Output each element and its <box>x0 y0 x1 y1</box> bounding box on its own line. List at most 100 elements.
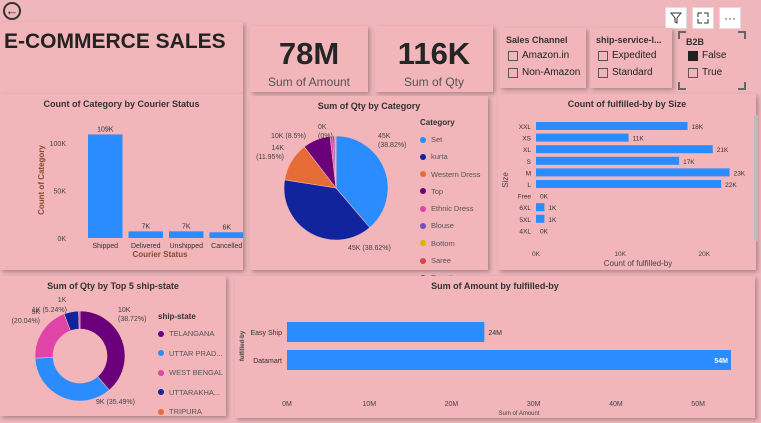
slicer-option-true[interactable]: True <box>688 67 722 78</box>
slicer-b2b-title: B2B <box>686 37 705 47</box>
pie-slice <box>34 313 71 359</box>
scrollbar[interactable] <box>754 115 758 241</box>
x-tick-label: 20K <box>699 251 711 258</box>
legend-swatch <box>420 136 426 143</box>
x-tick-label: Shipped <box>92 243 118 250</box>
legend-item[interactable]: Saree <box>420 256 480 265</box>
y-tick-label: XS <box>522 136 531 143</box>
legend-item[interactable]: TELANGANA <box>158 329 223 338</box>
slicer-option-expedited[interactable]: Expedited <box>598 50 656 61</box>
option-label: Standard <box>612 67 653 78</box>
bar <box>88 134 123 238</box>
data-label: 24M <box>488 330 502 337</box>
data-label: 109K <box>97 126 114 133</box>
y-tick-label: M <box>526 170 531 177</box>
checkbox-icon[interactable] <box>598 50 608 61</box>
chart-amount-fulfilled[interactable]: Sum of Amount by fulfilled-by Easy Ship 2… <box>235 276 755 418</box>
checkbox-icon[interactable] <box>598 67 608 78</box>
data-label: 1K <box>58 297 67 304</box>
checkbox-icon[interactable] <box>508 67 518 78</box>
legend-item[interactable]: kurta <box>420 152 480 161</box>
legend-item[interactable]: Ethnic Dress <box>420 204 480 213</box>
more-options-icon[interactable]: ··· <box>719 7 741 29</box>
legend-swatch <box>158 330 164 337</box>
data-label: 1K (5.24%) <box>32 307 67 314</box>
y-tick-label: S <box>527 159 532 166</box>
y-tick-label: Datamart <box>253 358 282 365</box>
data-label: 7K <box>141 223 150 230</box>
back-arrow-icon[interactable]: ← <box>3 2 21 20</box>
data-label: (38.72%) <box>118 316 146 323</box>
x-tick-label: 40M <box>609 401 623 408</box>
legend-item[interactable]: TRIPURA <box>158 407 223 416</box>
x-tick-label: 0M <box>282 401 292 408</box>
legend-swatch <box>420 240 426 247</box>
legend-swatch <box>420 188 426 195</box>
data-label: (38.82%) <box>378 142 406 149</box>
y-tick-label: XL <box>523 147 531 154</box>
x-tick-label: 10K <box>614 251 626 258</box>
option-label: False <box>702 50 727 61</box>
x-tick-label: 0K <box>532 251 541 258</box>
kpi-amount-label: Sum of Amount <box>267 75 351 89</box>
data-label: 21K <box>717 147 729 154</box>
chart-size[interactable]: Count of fulfilled-by by Size XXL 18K XS 11… <box>498 94 756 270</box>
x-tick-label: Delivered <box>131 243 161 250</box>
chart-ship-state[interactable]: Sum of Qty by Top 5 ship-state 10K (38.72… <box>0 276 226 416</box>
bar <box>536 214 545 223</box>
y-tick-label: 4XL <box>519 228 531 235</box>
bar <box>169 231 204 238</box>
legend-item[interactable]: Top <box>420 187 480 196</box>
bar <box>536 133 629 142</box>
legend-item[interactable]: Western Dress <box>420 170 480 179</box>
data-label: 22K <box>725 182 737 189</box>
legend-swatch <box>158 408 164 415</box>
y-tick-label: 6XL <box>519 205 531 212</box>
chart-legend: Category Set kurta Western Dress Top Ethnic D… <box>420 118 480 291</box>
chart-courier-status[interactable]: Count of Category by Courier Status 0K 50… <box>0 94 243 270</box>
legend-item[interactable]: Set <box>420 135 480 144</box>
chart-qty-by-category[interactable]: Sum of Qty by Category 45K (38.82%) 45K (3… <box>250 96 488 282</box>
slicer-b2b: B2B False True <box>680 30 746 90</box>
data-label: (20.04%) <box>12 318 40 325</box>
legend-item[interactable]: UTTAR PRAD... <box>158 349 223 358</box>
option-label: Expedited <box>612 50 657 61</box>
y-tick-label: L <box>527 182 531 189</box>
slicer-option-false[interactable]: False <box>688 50 726 61</box>
bar <box>536 145 713 154</box>
bar <box>536 180 722 188</box>
focus-mode-icon[interactable] <box>692 7 714 29</box>
slicer-option-non-amazon[interactable]: Non-Amazon <box>508 67 580 78</box>
data-label: 0K <box>540 194 549 201</box>
slicer-sales-channel-title: Sales Channel <box>506 35 568 45</box>
legend-swatch <box>158 369 164 376</box>
slicer-option-amazon[interactable]: Amazon.in <box>508 50 569 61</box>
legend-item[interactable]: Blouse <box>420 221 480 230</box>
bar <box>536 122 688 130</box>
kpi-card-amount[interactable]: 78M Sum of Amount <box>250 26 368 92</box>
option-label: Non-Amazon <box>522 67 581 78</box>
legend-label: Bottom <box>431 238 455 248</box>
bar <box>536 203 545 212</box>
data-label: 14K <box>272 145 285 152</box>
x-tick-label: 30M <box>527 401 541 408</box>
y-tick-label: Easy Ship <box>250 330 282 337</box>
data-label: 45K <box>378 133 391 140</box>
data-label: 6K <box>222 224 231 231</box>
legend-label: Blouse <box>431 221 454 231</box>
slicer-option-standard[interactable]: Standard <box>598 67 653 78</box>
chart-courier-status-svg: 0K 50K 100K 109K Shipped 7K Delivered 7K Unshipp… <box>37 126 243 259</box>
option-label: Amazon.in <box>522 50 570 61</box>
data-label: 10K <box>118 307 131 314</box>
y-axis-label: fulfilled-by <box>240 330 246 361</box>
legend-item[interactable]: Bottom <box>420 239 480 248</box>
legend-item[interactable]: UTTARAKHA... <box>158 388 223 397</box>
checkbox-checked-icon[interactable] <box>688 50 698 61</box>
legend-swatch <box>420 153 426 160</box>
legend-label: kurta <box>431 152 448 162</box>
legend-item[interactable]: WEST BENGAL <box>158 368 223 377</box>
checkbox-icon[interactable] <box>688 67 698 78</box>
checkbox-icon[interactable] <box>508 50 518 61</box>
kpi-card-qty[interactable]: 116K Sum of Qty <box>375 26 493 92</box>
filter-icon[interactable] <box>665 7 687 29</box>
